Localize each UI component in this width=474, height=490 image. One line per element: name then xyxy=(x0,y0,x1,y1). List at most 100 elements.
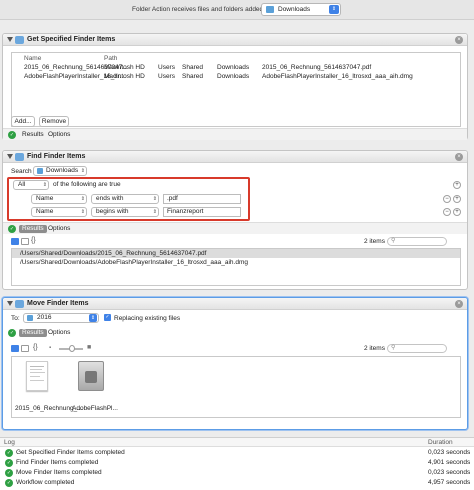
checkmark-icon: ✓ xyxy=(5,459,13,467)
path-segment: Macintosh HD xyxy=(104,64,145,71)
items-table[interactable]: Name Path 2015_06_Rechnung_5614637047...… xyxy=(11,52,461,127)
remove-condition-icon[interactable]: − xyxy=(443,208,451,216)
action-header[interactable]: Find Finder Items × xyxy=(3,151,467,163)
remove-button[interactable]: Remove xyxy=(39,116,69,127)
icon-size-slider[interactable] xyxy=(59,345,83,352)
checkmark-icon: ✓ xyxy=(8,225,16,233)
disclosure-triangle-icon[interactable] xyxy=(7,37,13,42)
action-move-finder-items: Move Finder Items × To: 2016 ⇕ ✓ Replaci… xyxy=(2,297,468,430)
tab-results[interactable]: Results xyxy=(19,131,47,139)
file-icon-item[interactable]: 2015_06_Rechnung_... xyxy=(15,361,83,415)
add-condition-icon[interactable]: + xyxy=(453,208,461,216)
workflow-log: Log Duration ✓ Get Specified Finder Item… xyxy=(0,437,474,490)
table-row[interactable]: 2015_06_Rechnung_5614637047... Macintosh… xyxy=(12,63,460,72)
list-item[interactable]: /Users/Shared/Downloads/AdobeFlashPlayer… xyxy=(12,258,460,267)
column-header-path[interactable]: Path xyxy=(104,55,117,62)
tab-results[interactable]: Results xyxy=(19,329,47,337)
add-button[interactable]: Add... xyxy=(11,116,35,127)
chevron-updown-icon: ⇕ xyxy=(80,168,85,174)
disk-image-icon xyxy=(78,361,104,391)
slider-handle[interactable] xyxy=(69,345,75,352)
condition-field-popup[interactable]: Name ⇕ xyxy=(31,194,87,204)
results-icon-grid[interactable]: 2015_06_Rechnung_... AdobeFlashPl... xyxy=(11,356,461,418)
log-entry-duration: 0,023 seconds xyxy=(428,469,471,476)
items-count: 2 items xyxy=(364,238,385,245)
tab-results[interactable]: Results xyxy=(19,225,47,233)
search-location-value: Downloads xyxy=(46,167,79,174)
column-header-name[interactable]: Name xyxy=(24,55,41,62)
results-search-input[interactable]: ⚲ xyxy=(387,344,447,353)
log-entry-text: Find Finder Items completed xyxy=(16,459,99,466)
condition-operator-value: begins with xyxy=(96,208,129,215)
list-item[interactable]: /Users/Shared/Downloads/2015_06_Rechnung… xyxy=(12,249,460,258)
action-header[interactable]: Move Finder Items × xyxy=(3,298,467,310)
add-criteria-icon[interactable]: + xyxy=(453,181,461,189)
close-icon[interactable]: × xyxy=(455,36,463,44)
search-location-popup[interactable]: Downloads ⇕ xyxy=(33,166,87,176)
file-icon-item[interactable]: AdobeFlashPl... xyxy=(72,361,118,415)
condition-operator-popup[interactable]: ends with ⇕ xyxy=(91,194,159,204)
code-view-icon[interactable]: {} xyxy=(31,237,36,244)
to-label: To: xyxy=(11,315,20,322)
icon-view-icon[interactable] xyxy=(11,345,19,352)
tab-options[interactable]: Options xyxy=(45,329,73,337)
condition-operator-value: ends with xyxy=(96,195,124,202)
workflow-input-bar: Folder Action receives files and folders… xyxy=(0,0,474,20)
condition-field-popup[interactable]: Name ⇕ xyxy=(31,207,87,217)
items-count: 2 items xyxy=(364,345,385,352)
action-title: Find Finder Items xyxy=(27,153,86,160)
remove-condition-icon[interactable]: − xyxy=(443,195,451,203)
path-segment: 2015_06_Rechnung_5614637047.pdf xyxy=(262,64,372,71)
log-entry-text: Move Finder Items completed xyxy=(16,469,102,476)
tab-options[interactable]: Options xyxy=(45,131,73,139)
search-icon: ⚲ xyxy=(391,345,396,351)
action-get-specified-finder-items: Get Specified Finder Items × Name Path 2… xyxy=(2,33,468,140)
table-row[interactable]: AdobeFlashPlayerInstaller_16_ltr... Maci… xyxy=(12,72,460,81)
destination-folder-value: 2016 xyxy=(37,314,52,321)
log-header: Log Duration xyxy=(0,438,474,447)
icon-view-icon[interactable] xyxy=(11,238,19,245)
action-footer: ✓ Results Options xyxy=(3,128,467,140)
checkmark-icon: ✓ xyxy=(5,469,13,477)
log-entry-duration: 4,901 seconds xyxy=(428,459,471,466)
condition-operator-popup[interactable]: begins with ⇕ xyxy=(91,207,159,217)
log-entry[interactable]: ✓ Move Finder Items completed 0,023 seco… xyxy=(0,468,474,478)
close-icon[interactable]: × xyxy=(455,300,463,308)
condition-field-value: Name xyxy=(36,195,54,202)
receives-label: Folder Action receives files and folders… xyxy=(132,6,271,13)
path-segment: Shared xyxy=(182,73,203,80)
close-icon[interactable]: × xyxy=(455,153,463,161)
chevron-updown-icon: ⇕ xyxy=(89,314,97,322)
disclosure-triangle-icon[interactable] xyxy=(7,301,13,306)
list-view-icon[interactable] xyxy=(21,345,29,352)
path-segment: Downloads xyxy=(217,64,250,71)
action-find-finder-items: Find Finder Items × Search Downloads ⇕ A… xyxy=(2,150,468,290)
log-entry[interactable]: ✓ Find Finder Items completed 4,901 seco… xyxy=(0,458,474,468)
tab-options[interactable]: Options xyxy=(45,225,73,233)
log-entry[interactable]: ✓ Get Specified Finder Items completed 0… xyxy=(0,448,474,458)
log-entry-duration: 4,957 seconds xyxy=(428,479,471,486)
large-icon-size-icon: ■ xyxy=(87,344,92,351)
downloads-folder-icon xyxy=(37,168,43,174)
disclosure-triangle-icon[interactable] xyxy=(7,154,13,159)
code-view-icon[interactable]: {} xyxy=(33,344,38,351)
condition-value-field[interactable]: Finanzreport xyxy=(163,207,241,217)
action-header[interactable]: Get Specified Finder Items × xyxy=(3,34,467,46)
add-condition-icon[interactable]: + xyxy=(453,195,461,203)
destination-folder-popup[interactable]: 2016 ⇕ xyxy=(23,313,99,323)
pdf-thumbnail-icon xyxy=(26,361,48,391)
list-view-icon[interactable] xyxy=(21,238,29,245)
folder-icon xyxy=(27,315,33,321)
results-search-input[interactable]: ⚲ xyxy=(387,237,447,246)
receives-target-popup[interactable]: Downloads ⇕ xyxy=(261,3,341,16)
log-entry[interactable]: ✓ Workflow completed 4,957 seconds xyxy=(0,478,474,488)
condition-value-field[interactable]: .pdf xyxy=(163,194,241,204)
results-list[interactable]: /Users/Shared/Downloads/2015_06_Rechnung… xyxy=(11,248,461,286)
action-footer: ✓ Results Options xyxy=(3,222,467,234)
match-mode-popup[interactable]: All ⇕ xyxy=(13,180,49,190)
log-column-header[interactable]: Log xyxy=(4,439,15,446)
replacing-checkbox[interactable]: ✓ xyxy=(104,314,111,321)
log-entry-text: Workflow completed xyxy=(16,479,75,486)
result-path: /Users/Shared/Downloads/2015_06_Rechnung… xyxy=(20,250,207,257)
duration-column-header[interactable]: Duration xyxy=(428,439,453,446)
